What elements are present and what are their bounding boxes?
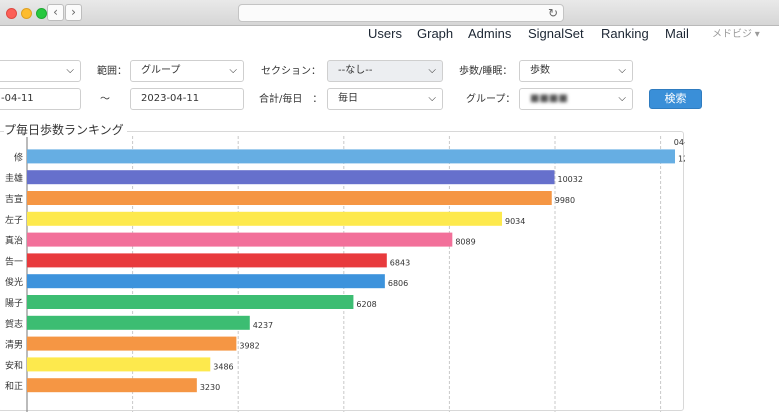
bar-value-label: 8089 (455, 238, 475, 247)
bar-value-label: 6843 (390, 258, 410, 267)
ranking-chart-frame: 04-11 12324 修 10032 圭雄 9980 吉宣 9034 左子 8089 真治 6843… (0, 131, 685, 412)
bar-value-label: 6806 (388, 279, 408, 288)
address-bar[interactable]: ↻ (238, 4, 564, 22)
browser-toolbar: ‹ › ↻ (0, 0, 779, 26)
aggregate-select-value: 毎日 (338, 93, 358, 104)
category-label: 告一 (5, 255, 23, 267)
chart-date-label: 04-11 (674, 138, 685, 147)
category-label: 真治 (5, 235, 23, 247)
forward-button[interactable]: › (65, 4, 82, 21)
bar-value-label: 9034 (505, 217, 525, 226)
category-label: 修 (14, 151, 23, 163)
nav-ranking-link[interactable]: Ranking (601, 26, 649, 42)
ranking-bar-chart: 04-11 12324 修 10032 圭雄 9980 吉宣 9034 左子 8089 真治 6843… (5, 136, 685, 412)
category-label: 清男 (5, 339, 23, 351)
bar (27, 295, 354, 309)
chevron-down-icon: ⌵ (618, 93, 626, 104)
group-select-value: ■■■■ (530, 93, 568, 104)
bar (27, 357, 211, 372)
chevron-down-icon: ⌵ (428, 93, 436, 104)
user-menu-dropdown[interactable]: メドビジ ▾ (712, 27, 760, 43)
nav-graph-link[interactable]: Graph (417, 26, 453, 42)
first-select[interactable]: ⌵ (0, 60, 81, 82)
category-label: 賀志 (5, 318, 23, 330)
nav-mail-link[interactable]: Mail (665, 26, 689, 42)
metric-label: 歩数/睡眠： (459, 66, 513, 77)
section-select-value: --なし-- (338, 65, 373, 76)
minimize-window-button[interactable] (21, 8, 32, 19)
bar-value-label: 9980 (555, 196, 575, 205)
bar-value-label: 3982 (239, 342, 259, 351)
zoom-window-button[interactable] (36, 8, 47, 19)
bar (27, 336, 237, 351)
bar-value-label: 6208 (356, 300, 376, 309)
top-navigation: Users Graph Admins SignalSet Ranking Mai… (0, 26, 779, 42)
section-label: セクション： (261, 66, 321, 77)
category-label: 吉宣 (5, 193, 23, 205)
bar (27, 232, 453, 247)
category-label: 左子 (5, 214, 23, 226)
range-label: 範囲： (97, 66, 127, 77)
nav-admins-link[interactable]: Admins (468, 26, 511, 42)
reload-icon[interactable]: ↻ (548, 5, 558, 22)
metric-select[interactable]: 歩数 ⌵ (519, 60, 633, 82)
start-date-value: -04-11 (1, 93, 34, 104)
bar-value-label: 4237 (253, 321, 273, 330)
group-select[interactable]: ■■■■ ⌵ (519, 88, 633, 110)
chevron-down-icon: ⌵ (229, 65, 237, 76)
bar (27, 315, 250, 330)
chevron-down-icon: ⌵ (618, 65, 626, 76)
bar (27, 378, 197, 393)
bar (27, 149, 676, 164)
metric-select-value: 歩数 (530, 65, 550, 76)
category-label: 圭雄 (5, 172, 23, 184)
bar (27, 253, 387, 268)
aggregate-select[interactable]: 毎日 ⌵ (327, 88, 443, 110)
ranking-section-title: プ毎日歩数ランキング (4, 123, 127, 137)
nav-signalset-link[interactable]: SignalSet (528, 26, 584, 42)
date-range-separator: ～ (100, 94, 110, 105)
chevron-left-icon: ‹ (53, 5, 58, 19)
category-label: 俊光 (5, 276, 23, 288)
end-date-input[interactable]: 2023-04-11 (130, 88, 244, 110)
bar-value-label: 12324 (678, 154, 685, 163)
bar (27, 191, 552, 205)
chevron-down-icon: ⌵ (428, 65, 436, 76)
close-window-button[interactable] (6, 8, 17, 19)
bar (27, 274, 385, 289)
category-label: 陽子 (5, 298, 23, 309)
bar-value-label: 3486 (213, 362, 233, 371)
range-select-value: グループ (141, 65, 181, 76)
bar-value-label: 3230 (200, 383, 220, 392)
category-label: 和正 (5, 381, 23, 392)
nav-users-link[interactable]: Users (368, 26, 402, 42)
end-date-value: 2023-04-11 (141, 93, 200, 104)
category-label: 安和 (5, 359, 23, 371)
section-select[interactable]: --なし-- ⌵ (327, 60, 443, 82)
bar (27, 211, 503, 226)
chevron-right-icon: › (71, 5, 76, 19)
bar (27, 170, 555, 185)
start-date-input[interactable]: -04-11 (0, 88, 81, 110)
bar-value-label: 10032 (557, 175, 582, 184)
range-select[interactable]: グループ ⌵ (130, 60, 244, 82)
aggregate-label: 合計/毎日 ： (259, 94, 323, 105)
back-button[interactable]: ‹ (47, 4, 64, 21)
chevron-down-icon: ⌵ (66, 65, 74, 76)
group-label: グループ： (466, 94, 516, 105)
search-button[interactable]: 検索 (649, 89, 702, 109)
